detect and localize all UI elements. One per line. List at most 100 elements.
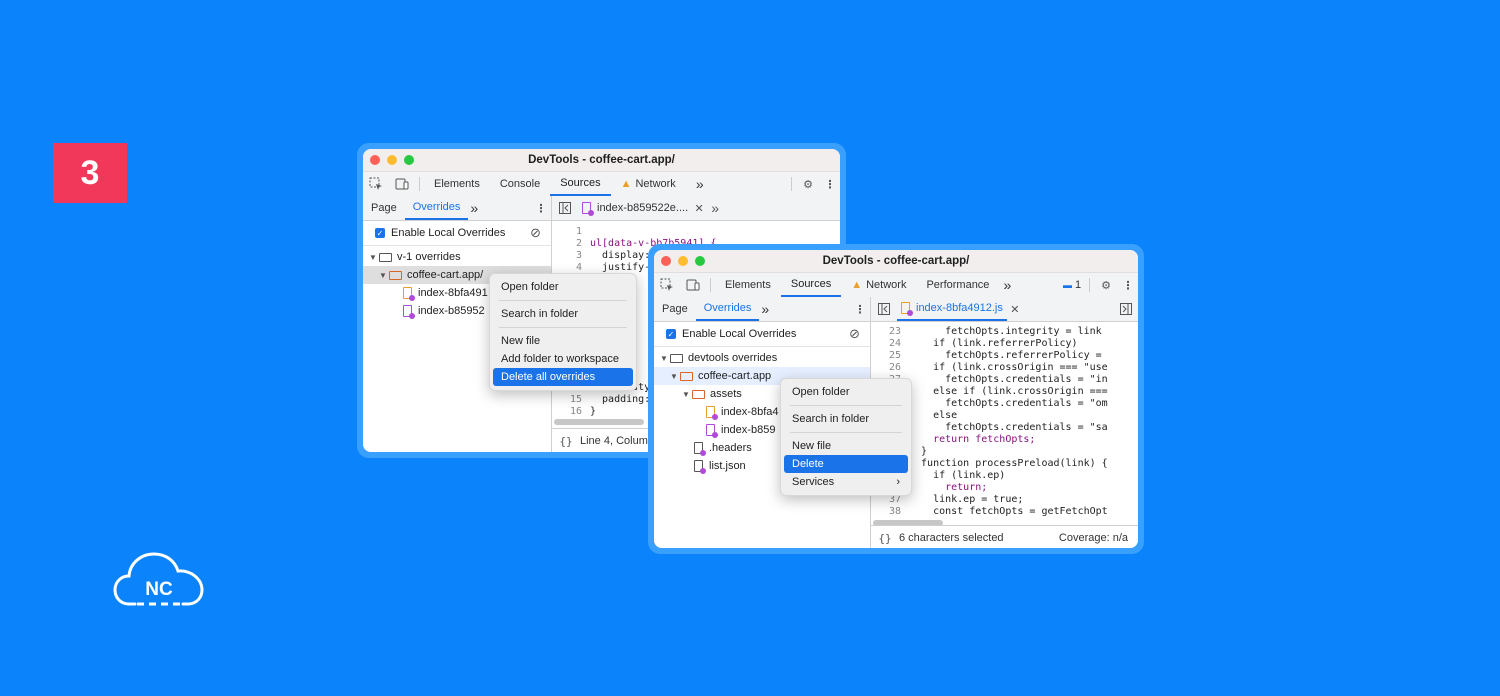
tree-root[interactable]: ▼ devtools overrides [654,349,870,367]
code-text: if (link.referrerPolicy) [909,338,1078,349]
menu-item-new-file[interactable]: New file [493,332,633,350]
menu-item-search-in-folder[interactable]: Search in folder [493,305,633,323]
code-text: fetchOpts.credentials = "in [909,374,1108,385]
tab-performance[interactable]: Performance [916,273,999,297]
close-window-button[interactable] [661,256,671,266]
window-title: DevTools - coffee-cart.app/ [822,255,970,267]
code-line: 23 fetchOpts.integrity = link [871,326,1138,338]
clear-overrides-icon[interactable]: ⊘ [849,326,860,342]
menu-item-new-file[interactable]: New file [784,437,908,455]
clear-overrides-icon[interactable]: ⊘ [530,225,541,241]
enable-overrides-row: ✓ Enable Local Overrides ⊘ [363,221,551,246]
warning-icon: ▲ [851,279,863,291]
more-options-icon[interactable]: ⋮ [1118,279,1138,292]
code-text: } [590,406,597,417]
navigator-menu-icon[interactable]: ⋮ [850,303,870,316]
folder-icon [680,371,693,381]
minimize-window-button[interactable] [678,256,688,266]
navigator-menu-icon[interactable]: ⋮ [531,202,551,215]
tab-elements[interactable]: Elements [715,273,781,297]
tree-file-label: index-b85952 [418,305,485,317]
zoom-window-button[interactable] [695,256,705,266]
file-icon [694,460,706,474]
code-text: if (link.crossOrigin === "use [909,362,1108,373]
divider [791,177,792,191]
line-number: 2 [575,238,582,249]
menu-item-delete-all-overrides[interactable]: Delete all overrides [493,368,633,386]
tab-page[interactable]: Page [363,196,405,220]
tab-sources[interactable]: Sources [550,172,611,196]
expand-arrow-icon: ▼ [682,389,690,399]
editor-file-tab[interactable]: index-b859522e.... [578,196,692,220]
window-title: DevTools - coffee-cart.app/ [528,154,675,166]
line-number: 24 [888,338,901,349]
zoom-window-button[interactable] [404,155,414,165]
menu-divider [499,327,627,328]
expand-arrow-icon: ▼ [379,270,387,280]
menu-item-open-folder[interactable]: Open folder [784,383,908,401]
js-file-icon [403,287,415,301]
toggle-navigator-icon[interactable] [871,303,897,315]
warning-icon: ▲ [620,178,632,190]
tree-file-label: index-8bfa491 [418,287,488,299]
enable-overrides-checkbox[interactable]: ✓ [375,228,385,238]
tab-overrides[interactable]: Overrides [695,297,760,321]
pretty-print-icon[interactable]: {} [552,435,580,448]
folder-icon [389,270,402,280]
folder-icon [670,353,683,363]
more-tabs-button[interactable]: » [999,273,1015,297]
issues-counter[interactable]: ▬ 1 [1059,279,1085,291]
tree-root-label: devtools overrides [688,352,778,364]
tab-sources[interactable]: Sources [780,273,842,297]
navigator-tabbar: Page Overrides » ⋮ [363,196,551,221]
inspect-element-icon[interactable] [363,177,389,191]
menu-item-open-folder[interactable]: Open folder [493,278,633,296]
issues-count: 1 [1074,279,1082,291]
code-text: else if (link.crossOrigin === [909,386,1108,397]
tree-file-label: index-8bfa4 [721,406,779,418]
expand-arrow-icon: ▼ [660,353,668,363]
enable-overrides-checkbox[interactable]: ✓ [666,329,676,339]
toggle-navigator-icon[interactable] [552,202,578,214]
cursor-position: Line 4, Column [580,435,654,447]
tab-network[interactable]: ▲ Network [611,172,686,196]
tree-root[interactable]: ▼ v-1 overrides [363,248,551,266]
code-line: 26 if (link.crossOrigin === "use [871,362,1138,374]
editor-tabbar: index-8bfa4912.js ✕ [871,297,1138,322]
step-badge: 3 [53,143,127,203]
menu-item-add-folder-to-workspace[interactable]: Add folder to workspace [493,350,633,368]
more-subtabs-button[interactable]: » [759,297,771,321]
main-tabbar: Elements Console Sources ▲ Network » ⚙ ⋮ [363,172,840,197]
coverage-status: Coverage: n/a [1058,532,1128,544]
minimize-window-button[interactable] [387,155,397,165]
menu-item-delete[interactable]: Delete [784,455,908,473]
code-text: if (link.ep) [909,470,1006,481]
inspect-element-icon[interactable] [654,278,680,292]
settings-gear-icon[interactable]: ⚙ [796,178,820,191]
close-tab-icon[interactable]: ✕ [692,202,706,215]
settings-gear-icon[interactable]: ⚙ [1094,279,1118,292]
tree-folder-label: coffee-cart.app/ [407,269,484,281]
expand-arrow-icon: ▼ [369,252,377,262]
toggle-debugger-icon[interactable] [1114,303,1138,315]
tab-page[interactable]: Page [654,297,696,321]
tab-overrides[interactable]: Overrides [404,196,469,220]
pretty-print-icon[interactable]: {} [871,532,899,545]
horizontal-scrollbar[interactable] [554,419,644,425]
device-toolbar-icon[interactable] [389,177,415,191]
line-number: 1 [575,226,582,237]
more-options-icon[interactable]: ⋮ [820,178,840,191]
more-subtabs-button[interactable]: » [468,196,480,220]
close-window-button[interactable] [370,155,380,165]
menu-item-services[interactable]: Services › [784,473,908,491]
more-editor-tabs-button[interactable]: » [706,200,724,216]
menu-item-search-in-folder[interactable]: Search in folder [784,410,908,428]
device-toolbar-icon[interactable] [680,278,706,292]
close-tab-icon[interactable]: ✕ [1007,303,1023,316]
tab-elements[interactable]: Elements [424,172,490,196]
tab-console[interactable]: Console [490,172,550,196]
line-number: 38 [888,506,901,517]
tab-network[interactable]: ▲ Network [841,273,916,297]
editor-file-tab[interactable]: index-8bfa4912.js [897,297,1007,321]
more-tabs-button[interactable]: » [686,172,714,196]
